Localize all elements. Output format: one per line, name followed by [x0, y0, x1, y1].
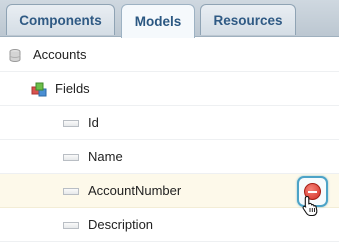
hand-pointer-cursor-icon	[302, 195, 318, 217]
tab-bar: Components Models Resources	[0, 0, 339, 38]
tree-item-field-id[interactable]: Id	[0, 106, 339, 140]
model-cubes-icon	[31, 82, 47, 97]
tree-item-field-accountnumber[interactable]: AccountNumber	[0, 174, 339, 208]
tree-item-label: Id	[88, 115, 99, 130]
tab-models[interactable]: Models	[121, 4, 195, 38]
tree-item-field-description[interactable]: Description	[0, 208, 339, 242]
database-icon	[9, 49, 21, 62]
tab-resources[interactable]: Resources	[200, 4, 296, 35]
field-icon	[63, 222, 79, 229]
tree-item-accounts[interactable]: Accounts	[0, 38, 339, 72]
tree-item-label: Name	[88, 149, 123, 164]
field-icon	[63, 120, 79, 127]
tree-item-label: AccountNumber	[88, 183, 182, 198]
tree-item-label: Fields	[55, 81, 90, 96]
tab-components[interactable]: Components	[6, 4, 115, 35]
tree-item-field-name[interactable]: Name	[0, 140, 339, 174]
tree-item-label: Description	[88, 217, 154, 232]
field-icon	[63, 188, 79, 195]
field-icon	[63, 154, 79, 161]
tree-item-label: Accounts	[33, 47, 87, 62]
tree-item-fields[interactable]: Fields	[0, 72, 339, 106]
